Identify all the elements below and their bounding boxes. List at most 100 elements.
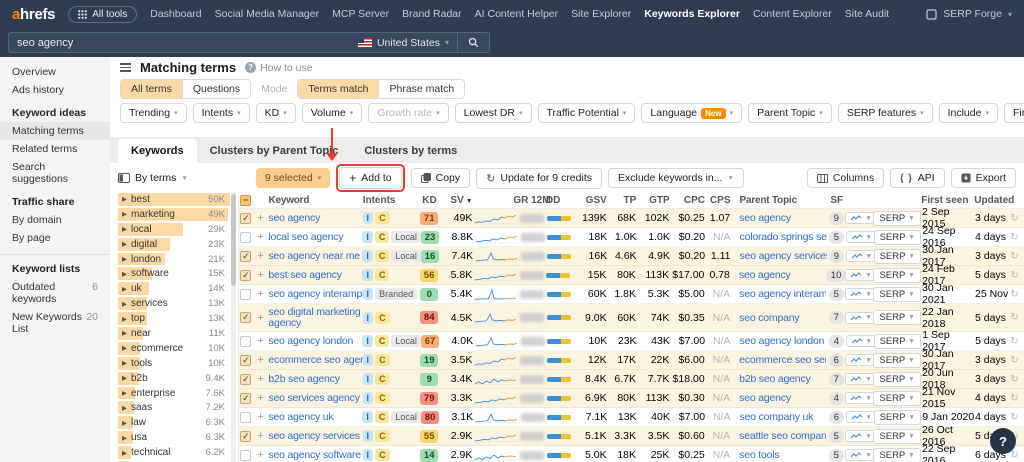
expand-triangle-icon[interactable]: ▶ (122, 404, 127, 412)
filter-include[interactable]: Include ▾ (938, 103, 998, 123)
add-keyword-plus[interactable]: + (253, 335, 269, 347)
serp-dropdown-button[interactable]: SERP ▼ (873, 352, 921, 368)
term-row[interactable]: ▶ technical 6.2K (118, 445, 230, 460)
header-parent-topic[interactable]: Parent Topic (731, 195, 827, 206)
parent-topic-link[interactable]: seo agency london (740, 335, 825, 347)
expand-triangle-icon[interactable]: ▶ (122, 210, 127, 218)
export-button[interactable]: Export (950, 168, 1016, 188)
terms-panel-scrollbar[interactable] (231, 192, 236, 462)
term-row[interactable]: ▶ tools 10K (118, 356, 230, 371)
serp-dropdown-button[interactable]: SERP ▼ (873, 447, 921, 462)
header-first-seen[interactable]: First seen (917, 195, 974, 206)
parent-topic-link[interactable]: colorado springs seo (740, 231, 827, 243)
row-checkbox[interactable]: ✓ (240, 250, 252, 262)
trend-chart-button[interactable]: ▼ (845, 212, 877, 224)
serp-dropdown-button[interactable]: SERP ▼ (873, 267, 921, 283)
header-gr12m[interactable]: GR 12M (513, 195, 550, 206)
all-tools-button[interactable]: All tools (68, 5, 138, 23)
country-selector[interactable]: United States ▾ (350, 33, 457, 52)
topnav-item-keywords-explorer[interactable]: Keywords Explorer (644, 8, 740, 20)
filter-traffic-potential[interactable]: Traffic Potential ▾ (537, 103, 636, 123)
serp-dropdown-button[interactable]: SERP ▼ (873, 390, 921, 406)
sidebar-item-ads-history[interactable]: Ads history (0, 81, 110, 99)
trend-chart-button[interactable]: ▼ (845, 250, 877, 262)
selected-count-dropdown[interactable]: 9 selected ▾ (255, 168, 331, 188)
topnav-item-brand-radar[interactable]: Brand Radar (402, 8, 462, 20)
parent-topic-link[interactable]: seo agency (739, 212, 791, 224)
tab-clusters-by-parent-topic[interactable]: Clusters by Parent Topic (197, 139, 352, 163)
term-row[interactable]: ▶ near 11K (118, 326, 230, 341)
term-row[interactable]: ▶ law 6.3K (118, 415, 230, 430)
by-terms-dropdown[interactable]: By terms ▼ (118, 172, 188, 184)
row-refresh-icon[interactable]: ↻ (1010, 412, 1024, 423)
trend-chart-button[interactable]: ▼ (845, 311, 877, 324)
keyword-search-input[interactable] (9, 36, 350, 49)
serp-dropdown-button[interactable]: SERP ▼ (873, 229, 921, 245)
parent-topic-link[interactable]: seo agency (739, 392, 791, 404)
header-kd[interactable]: KD (418, 195, 442, 206)
add-keyword-plus[interactable]: + (253, 373, 269, 385)
expand-triangle-icon[interactable]: ▶ (122, 285, 127, 293)
serp-dropdown-button[interactable]: SERP ▼ (873, 371, 921, 387)
parent-topic-link[interactable]: seo tools (739, 449, 779, 461)
trend-chart-button[interactable]: ▼ (845, 430, 877, 442)
api-button[interactable]: ( ) API (890, 168, 945, 188)
trend-chart-button[interactable]: ▼ (845, 288, 877, 300)
row-refresh-icon[interactable]: ↻ (1010, 251, 1024, 262)
add-keyword-plus[interactable]: + (253, 231, 269, 243)
add-keyword-plus[interactable]: + (253, 312, 269, 324)
filter-language[interactable]: Language New ▾ (641, 103, 743, 123)
trend-chart-button[interactable]: ▼ (845, 231, 877, 243)
row-checkbox[interactable] (240, 231, 252, 243)
serp-dropdown-button[interactable]: SERP ▼ (873, 248, 921, 264)
keyword-link[interactable]: seo agency london (268, 335, 353, 347)
exclude-keywords-dropdown[interactable]: Exclude keywords in... ▼ (608, 168, 744, 188)
keyword-link[interactable]: seo services agency (268, 392, 360, 404)
term-row[interactable]: ▶ best 50K (118, 192, 230, 207)
expand-triangle-icon[interactable]: ▶ (122, 344, 127, 352)
serp-dropdown-button[interactable]: SERP ▼ (873, 409, 921, 425)
add-keyword-plus[interactable]: + (253, 449, 269, 461)
term-row[interactable]: ▶ software 15K (118, 266, 230, 281)
term-row[interactable]: ▶ ecommerce 10K (118, 341, 230, 356)
keyword-link[interactable]: seo digital marketing agency (268, 307, 360, 329)
row-checkbox[interactable]: ✓ (240, 312, 252, 323)
header-keyword[interactable]: Keyword (268, 195, 362, 206)
expand-triangle-icon[interactable]: ▶ (122, 329, 127, 337)
serp-dropdown-button[interactable]: SERP ▼ (873, 428, 921, 444)
help-button[interactable]: ? (990, 428, 1016, 454)
keyword-link[interactable]: seo agency software (268, 449, 361, 461)
row-refresh-icon[interactable]: ↻ (1010, 393, 1024, 404)
parent-topic-link[interactable]: seo agency services (740, 250, 827, 262)
term-row[interactable]: ▶ uk 14K (118, 281, 230, 296)
expand-triangle-icon[interactable]: ▶ (122, 389, 127, 397)
scrollbar-thumb[interactable] (231, 194, 236, 286)
filter-first-seen[interactable]: First seen▾ (1003, 103, 1024, 123)
serp-dropdown-button[interactable]: SERP ▼ (873, 286, 921, 302)
serp-dropdown-button[interactable]: SERP ▼ (873, 310, 921, 325)
filter-lowest-dr[interactable]: Lowest DR ▾ (454, 103, 532, 123)
trend-chart-button[interactable]: ▼ (845, 354, 877, 366)
filter-kd[interactable]: KD ▾ (255, 103, 296, 123)
expand-triangle-icon[interactable]: ▶ (122, 449, 127, 457)
sidebar-item-overview[interactable]: Overview (0, 63, 110, 81)
sidebar-item-search-suggestions[interactable]: Search suggestions (0, 158, 110, 188)
row-checkbox[interactable]: ✓ (240, 212, 252, 224)
select-all-checkbox[interactable]: − (240, 194, 252, 206)
row-refresh-icon[interactable]: ↻ (1010, 355, 1024, 366)
row-checkbox[interactable] (240, 335, 252, 347)
term-row[interactable]: ▶ top 13K (118, 311, 230, 326)
sidebar-item-by-domain[interactable]: By domain (0, 211, 110, 229)
keyword-link[interactable]: seo agency interamplify (268, 288, 362, 300)
tab-clusters-by-terms[interactable]: Clusters by terms (351, 139, 470, 163)
expand-triangle-icon[interactable]: ▶ (122, 434, 127, 442)
keyword-link[interactable]: seo agency services (268, 430, 360, 442)
row-refresh-icon[interactable]: ↻ (1010, 312, 1024, 323)
ahrefs-logo[interactable]: ahrefs (12, 6, 56, 23)
row-checkbox[interactable]: ✓ (240, 392, 252, 404)
row-checkbox[interactable]: ✓ (240, 354, 252, 366)
trend-chart-button[interactable]: ▼ (845, 392, 877, 404)
tab-all-terms[interactable]: All terms (121, 80, 182, 98)
row-checkbox[interactable]: ✓ (240, 373, 252, 385)
serp-forge-menu[interactable]: SERP Forge ▾ (926, 8, 1012, 20)
